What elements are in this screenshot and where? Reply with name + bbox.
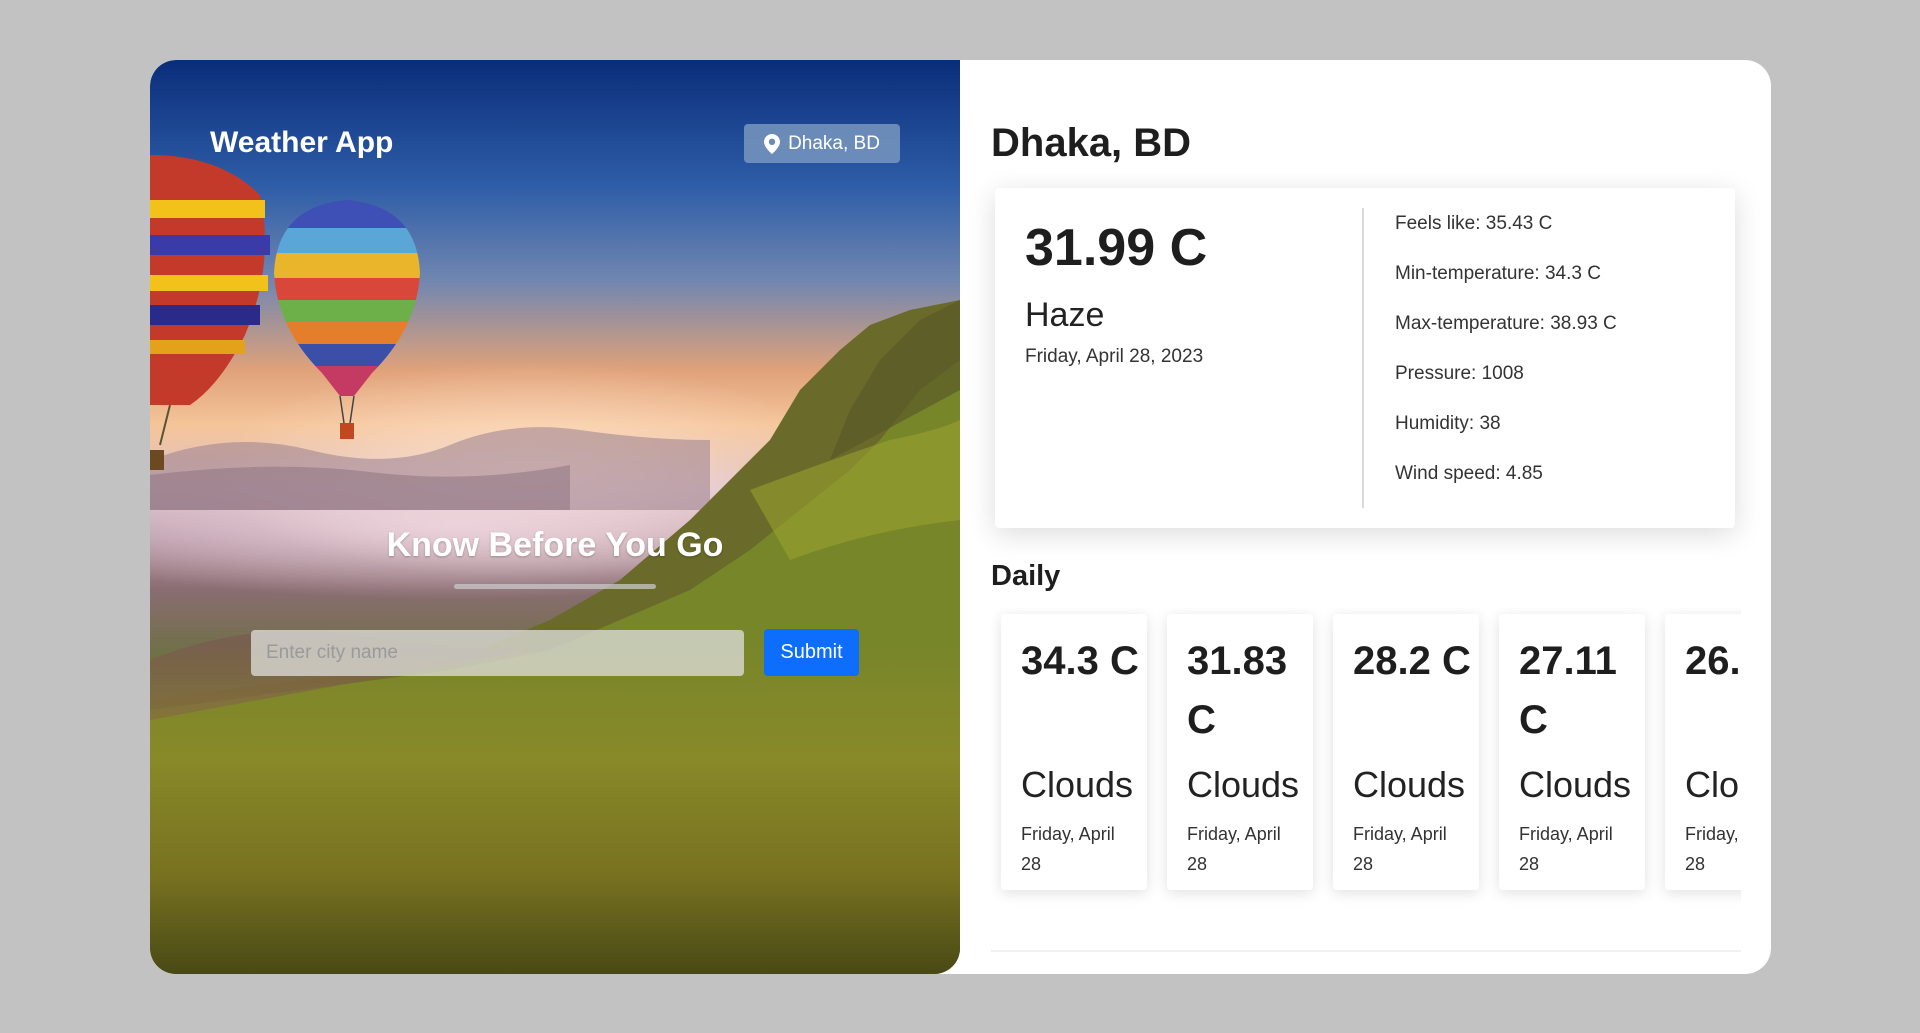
city-title: Dhaka, BD — [991, 121, 1192, 165]
stat-feels-like: Feels like: 35.43 C — [1395, 213, 1553, 234]
daily-temperature: 28.2 C — [1353, 639, 1471, 683]
daily-card: 26. C Clouds Friday, April 28 — [1665, 614, 1741, 890]
current-condition: Haze — [1025, 296, 1105, 334]
horizontal-scrollbar[interactable] — [991, 950, 1741, 952]
hot-air-balloon-image — [274, 200, 420, 439]
daily-condition: Clouds — [1519, 764, 1632, 805]
current-weather-card: 31.99 C Haze Friday, April 28, 2023 Feel… — [995, 188, 1735, 528]
daily-temperature: 31.83 C — [1187, 639, 1288, 742]
daily-date: Friday, April 28 — [1187, 824, 1281, 874]
daily-card: 28.2 C Clouds Friday, April 28 — [1333, 614, 1479, 890]
daily-title: Daily — [991, 560, 1061, 592]
daily-date: Friday, April 28 — [1021, 824, 1115, 874]
location-badge-label: Dhaka, BD — [788, 132, 880, 154]
submit-button[interactable]: Submit — [764, 629, 859, 676]
daily-condition: Clouds — [1353, 764, 1466, 805]
stat-max-temperature: Max-temperature: 38.93 C — [1395, 313, 1617, 334]
hero-underline — [454, 584, 656, 589]
grass-foreground — [150, 644, 960, 974]
card-divider — [1362, 208, 1364, 508]
daily-card: 31.83 C Clouds Friday, April 28 — [1167, 614, 1313, 890]
daily-temperature: 26. C — [1685, 639, 1741, 683]
stat-min-temperature: Min-temperature: 34.3 C — [1395, 263, 1601, 284]
daily-condition: Clouds — [1685, 764, 1741, 805]
daily-card: 27.11 C Clouds Friday, April 28 — [1499, 614, 1645, 890]
city-search-input[interactable] — [251, 630, 744, 676]
daily-temperature: 34.3 C — [1021, 639, 1139, 683]
daily-date: Friday, April 28 — [1519, 824, 1613, 874]
daily-card: 34.3 C Clouds Friday, April 28 — [1001, 614, 1147, 890]
map-pin-icon — [764, 133, 781, 154]
weather-stats-list: Feels like: 35.43 C Min-temperature: 34.… — [1395, 212, 1617, 512]
hot-air-balloon-image — [150, 155, 270, 470]
hero-panel: Weather App Dhaka, BD Know Before You Go… — [150, 60, 960, 974]
daily-forecast-strip[interactable]: 34.3 C Clouds Friday, April 28 31.83 C C… — [991, 608, 1741, 952]
current-temperature: 31.99 C — [1025, 219, 1208, 277]
daily-condition: Clouds — [1021, 764, 1134, 805]
app-brand: Weather App — [210, 126, 394, 159]
daily-condition: Clouds — [1187, 764, 1300, 805]
stat-wind-speed: Wind speed: 4.85 — [1395, 463, 1543, 484]
daily-temperature: 27.11 C — [1519, 639, 1617, 742]
weather-app: Weather App Dhaka, BD Know Before You Go… — [150, 60, 1771, 974]
location-badge[interactable]: Dhaka, BD — [744, 124, 900, 163]
current-date: Friday, April 28, 2023 — [1025, 346, 1204, 367]
stat-humidity: Humidity: 38 — [1395, 413, 1501, 434]
daily-date: Friday, April 28 — [1685, 824, 1741, 874]
stat-pressure: Pressure: 1008 — [1395, 363, 1524, 384]
hero-title: Know Before You Go — [386, 526, 724, 564]
daily-date: Friday, April 28 — [1353, 824, 1447, 874]
